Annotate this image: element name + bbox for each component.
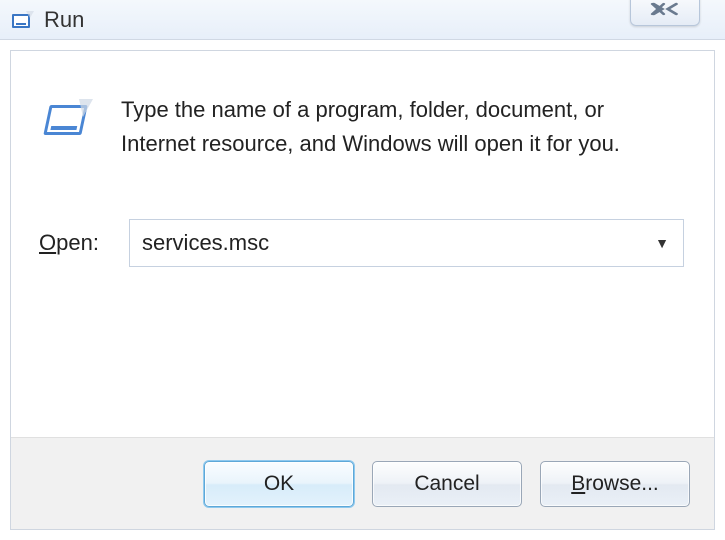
close-button[interactable] bbox=[630, 0, 700, 26]
run-logo-icon bbox=[39, 99, 93, 150]
open-label: Open: bbox=[39, 230, 103, 256]
open-input[interactable] bbox=[142, 230, 671, 256]
run-icon bbox=[12, 11, 34, 29]
browse-button[interactable]: Browse... bbox=[540, 461, 690, 507]
close-icon bbox=[650, 0, 681, 22]
button-row: OK Cancel Browse... bbox=[11, 437, 714, 529]
cancel-button[interactable]: Cancel bbox=[372, 461, 522, 507]
open-combobox[interactable]: ▼ bbox=[129, 219, 684, 267]
run-dialog-window: Run bbox=[0, 0, 725, 540]
description-row: Type the name of a program, folder, docu… bbox=[11, 51, 714, 161]
chevron-down-icon[interactable]: ▼ bbox=[655, 235, 669, 251]
open-row: Open: ▼ bbox=[11, 161, 714, 267]
dialog-body: Type the name of a program, folder, docu… bbox=[10, 50, 715, 530]
ok-button[interactable]: OK bbox=[204, 461, 354, 507]
titlebar: Run bbox=[0, 0, 725, 40]
description-text: Type the name of a program, folder, docu… bbox=[121, 93, 684, 161]
window-title: Run bbox=[44, 7, 84, 33]
